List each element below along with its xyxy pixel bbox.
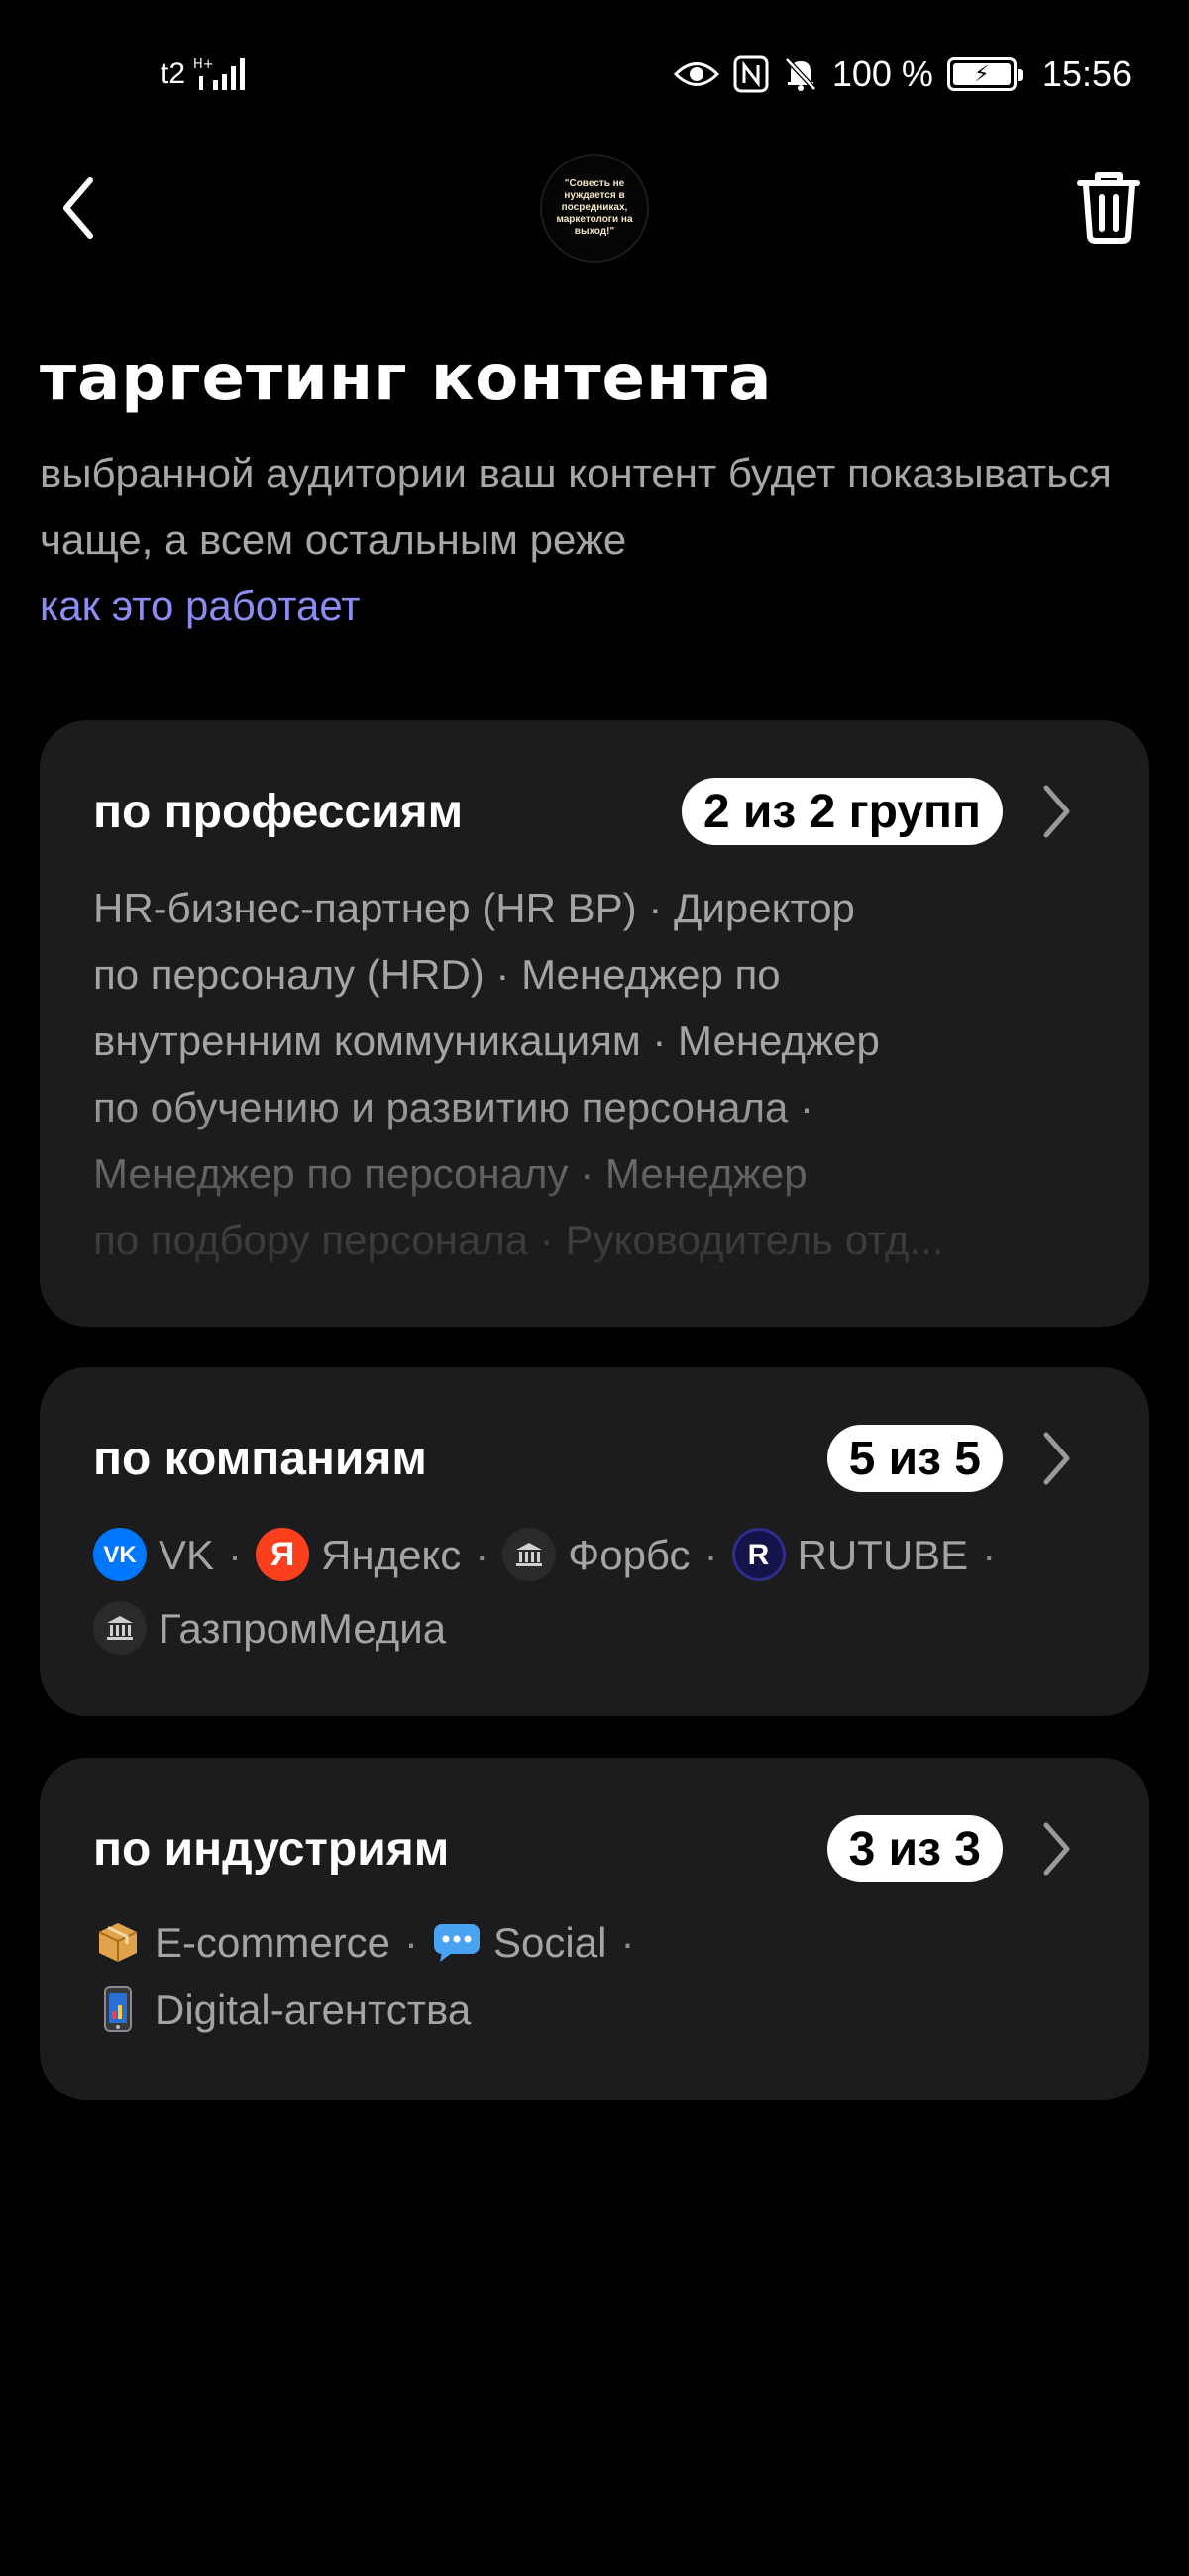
package-icon bbox=[93, 1917, 143, 1967]
professions-line: HR-бизнес-партнер (HR BP) · Директор bbox=[93, 885, 855, 931]
industry-chip: Digital-агентства bbox=[93, 1977, 471, 2043]
industry-chip: Social bbox=[432, 1909, 606, 1976]
professions-open-button[interactable] bbox=[1027, 780, 1086, 843]
company-name: VK bbox=[159, 1531, 215, 1578]
top-bar: "Совесть не нуждается в посредниках, мар… bbox=[0, 149, 1189, 268]
industries-open-button[interactable] bbox=[1027, 1817, 1086, 1880]
industries-row: E-commerce · Social · bbox=[93, 1908, 1096, 1976]
professions-line: Менеджер по персоналу · Менеджер bbox=[93, 1150, 808, 1197]
trash-icon bbox=[1077, 172, 1140, 244]
company-chip: Форбс bbox=[502, 1522, 691, 1588]
professions-line: по персоналу (HRD) · Менеджер по bbox=[93, 951, 781, 998]
vk-logo: VK bbox=[93, 1528, 147, 1581]
clock: 15:56 bbox=[1041, 54, 1132, 94]
company-name: Форбс bbox=[568, 1531, 691, 1578]
company-name: ГазпромМедиа bbox=[159, 1604, 447, 1652]
battery-icon: ⚡ bbox=[946, 57, 1023, 91]
avatar[interactable]: "Совесть не нуждается в посредниках, мар… bbox=[540, 154, 649, 263]
chevron-right-icon bbox=[1043, 785, 1070, 838]
industry-chip: E-commerce bbox=[93, 1909, 390, 1976]
status-left: t2 H+ bbox=[161, 54, 251, 94]
carrier-label: t2 bbox=[161, 57, 186, 90]
company-chip: VK VK bbox=[93, 1522, 214, 1588]
industries-title: по индустриям bbox=[93, 1822, 450, 1876]
professions-line: внутренним коммуникациям · Менеджер bbox=[93, 1018, 880, 1064]
bank-icon bbox=[93, 1601, 147, 1655]
professions-title: по профессиям bbox=[93, 785, 464, 838]
signal-icon: H+ bbox=[193, 54, 251, 94]
industry-name: Social bbox=[493, 1918, 607, 1966]
screen: t2 H+ 100 % ⚡ 15:56 "Совесть не нуждаетс… bbox=[0, 0, 1189, 2576]
status-right: 100 % ⚡ 15:56 bbox=[673, 54, 1132, 95]
professions-list: HR-бизнес-партнер (HR BP) · Директор по … bbox=[93, 875, 1096, 1275]
industries-row: Digital-агентства bbox=[93, 1976, 1096, 2043]
professions-line: по обучению и развитию персонала · bbox=[93, 1084, 813, 1130]
avatar-quote: "Совесть не нуждается в посредниках, мар… bbox=[556, 178, 633, 237]
separator: · bbox=[228, 1531, 243, 1578]
professions-card-header: по профессиям 2 из 2 групп bbox=[93, 772, 1096, 851]
companies-card[interactable]: по компаниям 5 из 5 VK VK · Я Яндекс · Ф… bbox=[40, 1367, 1149, 1716]
companies-title: по компаниям bbox=[93, 1432, 427, 1485]
yandex-logo: Я bbox=[256, 1528, 310, 1581]
rutube-logo: R bbox=[731, 1528, 786, 1581]
nfc-icon bbox=[733, 55, 769, 93]
professions-count-badge: 2 из 2 групп bbox=[681, 778, 1003, 845]
chevron-left-icon bbox=[63, 177, 93, 239]
mobile-phone-icon bbox=[93, 1985, 143, 2034]
eye-icon bbox=[673, 59, 719, 89]
company-chip: ГазпромМедиа bbox=[93, 1595, 446, 1662]
page-title: таргетинг контента bbox=[40, 342, 773, 415]
company-chip: Я Яндекс bbox=[256, 1522, 461, 1588]
companies-card-header: по компаниям 5 из 5 bbox=[93, 1419, 1096, 1498]
companies-list: VK VK · Я Яндекс · Форбс · R RUTUBE · Га… bbox=[93, 1518, 1096, 1664]
separator: · bbox=[703, 1531, 718, 1578]
separator: · bbox=[404, 1918, 419, 1966]
separator: · bbox=[620, 1918, 635, 1966]
companies-open-button[interactable] bbox=[1027, 1427, 1086, 1490]
battery-percent: 100 % bbox=[831, 54, 933, 94]
industries-card[interactable]: по индустриям 3 из 3 E-commerce · Social… bbox=[40, 1758, 1149, 2100]
how-it-works-link[interactable]: как это работает bbox=[40, 573, 1149, 639]
companies-row: VK VK · Я Яндекс · Форбс · R RUTUBE · bbox=[93, 1518, 1096, 1591]
companies-count-badge: 5 из 5 bbox=[826, 1425, 1003, 1492]
network-type-label: H+ bbox=[193, 57, 214, 72]
industry-name: E-commerce bbox=[155, 1918, 391, 1966]
bank-icon bbox=[502, 1528, 557, 1581]
back-button[interactable] bbox=[44, 168, 113, 248]
separator: · bbox=[982, 1531, 997, 1578]
industries-count-badge: 3 из 3 bbox=[826, 1815, 1003, 1882]
speech-bubble-icon bbox=[432, 1917, 482, 1967]
delete-button[interactable] bbox=[1068, 164, 1149, 250]
chevron-right-icon bbox=[1043, 1432, 1070, 1485]
separator: · bbox=[475, 1531, 489, 1578]
company-name: RUTUBE bbox=[797, 1531, 969, 1578]
status-bar: t2 H+ 100 % ⚡ 15:56 bbox=[0, 0, 1189, 149]
chevron-right-icon bbox=[1043, 1822, 1070, 1876]
industries-card-header: по индустриям 3 из 3 bbox=[93, 1809, 1096, 1888]
page-subtitle: выбранной аудитории ваш контент будет по… bbox=[40, 450, 1112, 563]
companies-row: ГазпромМедиа bbox=[93, 1591, 1096, 1664]
bell-muted-icon bbox=[783, 55, 818, 93]
company-name: Яндекс bbox=[321, 1531, 462, 1578]
industry-name: Digital-агентства bbox=[155, 1986, 472, 2033]
professions-line: по подбору персонала · Руководитель отд.… bbox=[93, 1217, 944, 1263]
company-chip: R RUTUBE bbox=[731, 1522, 969, 1588]
title-block: таргетинг контента выбранной аудитории в… bbox=[40, 337, 1149, 639]
industries-list: E-commerce · Social · Digital-агентства bbox=[93, 1908, 1096, 2043]
professions-card[interactable]: по профессиям 2 из 2 групп HR-бизнес-пар… bbox=[40, 720, 1149, 1327]
